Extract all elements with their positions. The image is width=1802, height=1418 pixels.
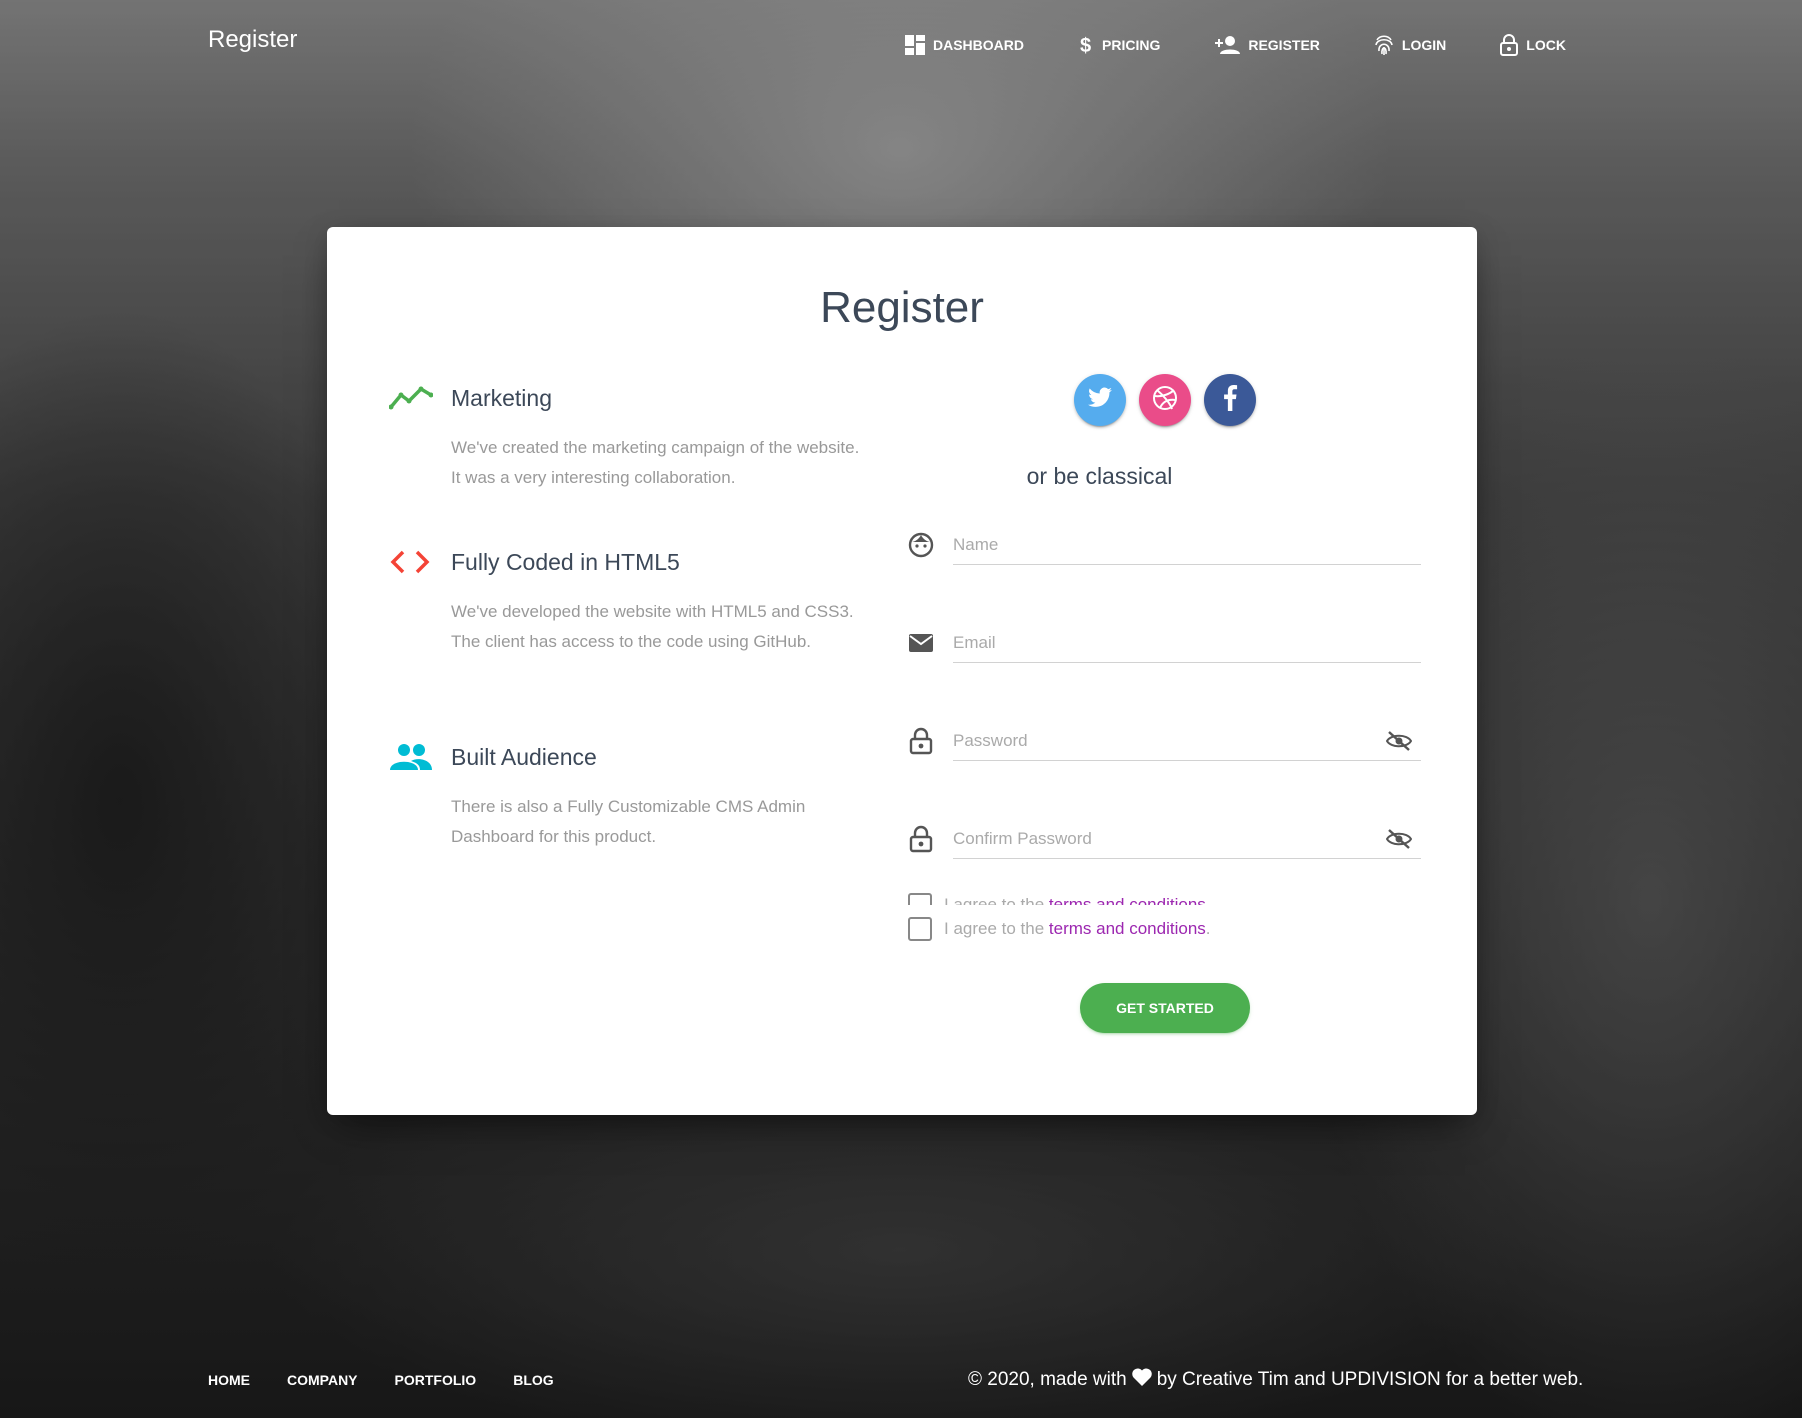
footer-link-home[interactable]: Home bbox=[208, 1372, 250, 1388]
facebook-button[interactable] bbox=[1204, 374, 1256, 426]
face-icon bbox=[907, 531, 935, 559]
visibility-off-icon[interactable] bbox=[1379, 819, 1419, 859]
dollar-icon: $ bbox=[1078, 34, 1094, 56]
dashboard-icon bbox=[905, 35, 925, 55]
nav-item-dashboard[interactable]: Dashboard bbox=[905, 31, 1024, 59]
nav-item-lock[interactable]: Lock bbox=[1500, 30, 1566, 60]
nav-item-login[interactable]: Login bbox=[1374, 30, 1446, 60]
terms-row-ghost: I agree to the terms and conditions bbox=[908, 893, 1206, 905]
or-be-classical-text: or be classical bbox=[1026, 463, 1173, 489]
info-title: Built Audience bbox=[451, 744, 597, 770]
terms-row: I agree to the terms and conditions. bbox=[908, 917, 1211, 941]
terms-text: I agree to the terms and conditions. bbox=[944, 919, 1211, 939]
card-title: Register bbox=[820, 283, 984, 332]
nav-item-label: Register bbox=[1248, 37, 1320, 53]
terms-checkbox[interactable] bbox=[908, 917, 932, 941]
lock-icon bbox=[1500, 34, 1519, 56]
facebook-icon bbox=[1222, 384, 1238, 416]
password-input[interactable] bbox=[953, 721, 1421, 761]
name-input[interactable] bbox=[953, 525, 1421, 565]
navbar-menu: Dashboard $ Pricing Register Login Lock bbox=[905, 30, 1566, 60]
nav-item-pricing[interactable]: $ Pricing bbox=[1078, 30, 1160, 60]
terms-prefix: I agree to the bbox=[944, 919, 1045, 938]
terms-suffix: . bbox=[1205, 919, 1211, 938]
nav-item-label: Lock bbox=[1526, 37, 1566, 53]
dribbble-icon bbox=[1152, 385, 1178, 416]
timeline-icon bbox=[388, 383, 434, 419]
footer: Home Company Portfolio Blog © 2020, made… bbox=[0, 1368, 1802, 1402]
heart-icon bbox=[1131, 1367, 1153, 1393]
social-buttons bbox=[1074, 374, 1256, 426]
terms-row-ghost-inner: I agree to the terms and conditions bbox=[908, 893, 1206, 905]
copyright-suffix: by Creative Tim and UPDIVISION for a bet… bbox=[1156, 1369, 1584, 1390]
mail-icon bbox=[907, 629, 935, 657]
nav-item-register[interactable]: Register bbox=[1214, 31, 1320, 59]
confirm-password-input[interactable] bbox=[953, 819, 1421, 859]
visibility-off-icon[interactable] bbox=[1379, 721, 1419, 761]
twitter-icon bbox=[1087, 387, 1113, 414]
info-description: There is also a Fully Customizable CMS A… bbox=[451, 797, 806, 846]
info-description: We've developed the website with HTML5 a… bbox=[451, 602, 854, 651]
password-field bbox=[907, 715, 1421, 765]
register-card: Register Marketing We've created the mar… bbox=[327, 227, 1477, 1115]
twitter-button[interactable] bbox=[1074, 374, 1126, 426]
copyright: © 2020, made with by Creative Tim and UP… bbox=[968, 1367, 1596, 1393]
email-field bbox=[907, 617, 1421, 667]
terms-link: terms and conditions bbox=[1048, 895, 1206, 905]
lock-outline-icon bbox=[907, 727, 935, 755]
email-input[interactable] bbox=[953, 623, 1421, 663]
terms-text-ghost: I agree to the terms and conditions bbox=[944, 895, 1206, 905]
nav-item-label: Login bbox=[1401, 37, 1447, 53]
nav-item-label: Pricing bbox=[1102, 37, 1161, 53]
terms-checkbox-ghost bbox=[908, 893, 932, 905]
info-title: Marketing bbox=[451, 385, 552, 411]
fingerprint-icon bbox=[1374, 34, 1394, 56]
footer-link-company[interactable]: Company bbox=[287, 1372, 358, 1388]
top-navbar: Register Dashboard $ Pricing Register Lo… bbox=[0, 0, 1802, 88]
group-icon bbox=[389, 742, 433, 778]
copyright-prefix: © 2020, made with bbox=[968, 1369, 1127, 1390]
terms-prefix: I agree to the bbox=[944, 895, 1045, 905]
dribbble-button[interactable] bbox=[1139, 374, 1191, 426]
confirm-password-field bbox=[907, 813, 1421, 863]
info-title: Fully Coded in HTML5 bbox=[451, 549, 680, 575]
lock-outline-icon bbox=[907, 825, 935, 853]
person-add-icon bbox=[1214, 35, 1241, 55]
footer-link-portfolio[interactable]: Portfolio bbox=[395, 1372, 477, 1388]
get-started-button[interactable]: Get Started bbox=[1080, 983, 1250, 1033]
navbar-brand[interactable]: Register bbox=[208, 26, 297, 54]
info-description: We've created the marketing campaign of … bbox=[451, 438, 860, 487]
footer-nav: Home Company Portfolio Blog bbox=[208, 1372, 554, 1388]
svg-text:$: $ bbox=[1080, 35, 1091, 56]
name-field bbox=[907, 519, 1421, 569]
terms-link[interactable]: terms and conditions bbox=[1049, 919, 1206, 938]
footer-link-blog[interactable]: Blog bbox=[513, 1372, 553, 1388]
code-icon bbox=[389, 547, 433, 583]
nav-item-label: Dashboard bbox=[933, 37, 1024, 53]
